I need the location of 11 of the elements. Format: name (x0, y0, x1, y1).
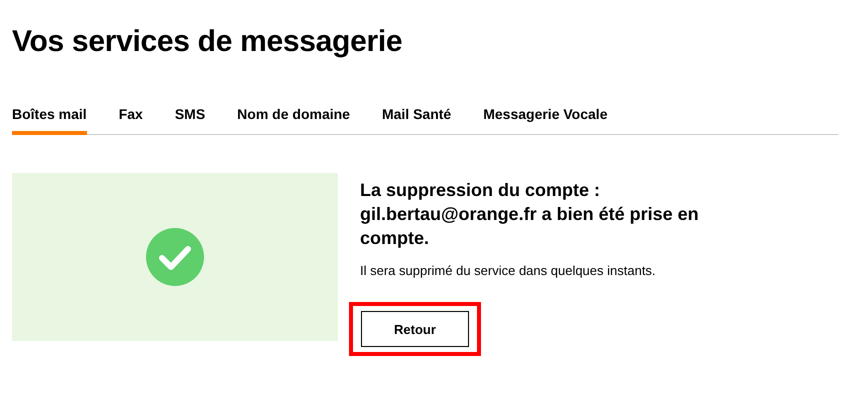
confirmation-message: Il sera supprimé du service dans quelques instants. (360, 263, 657, 278)
page-title: Vos services de messagerie (12, 24, 404, 60)
confirmation-heading: La suppression du compte : gil.bertau@orange.fr a bien été prise en compte. (360, 179, 700, 250)
tab[interactable]: Boîtes mail (12, 106, 87, 135)
tab[interactable]: Nom de domaine (237, 106, 350, 135)
tab[interactable]: Messagerie Vocale (483, 106, 608, 135)
check-icon (146, 228, 204, 286)
tab[interactable]: Mail Santé (382, 106, 452, 135)
back-button[interactable]: Retour (361, 311, 469, 347)
tab[interactable]: Fax (118, 106, 143, 135)
tab[interactable]: SMS (174, 106, 206, 135)
